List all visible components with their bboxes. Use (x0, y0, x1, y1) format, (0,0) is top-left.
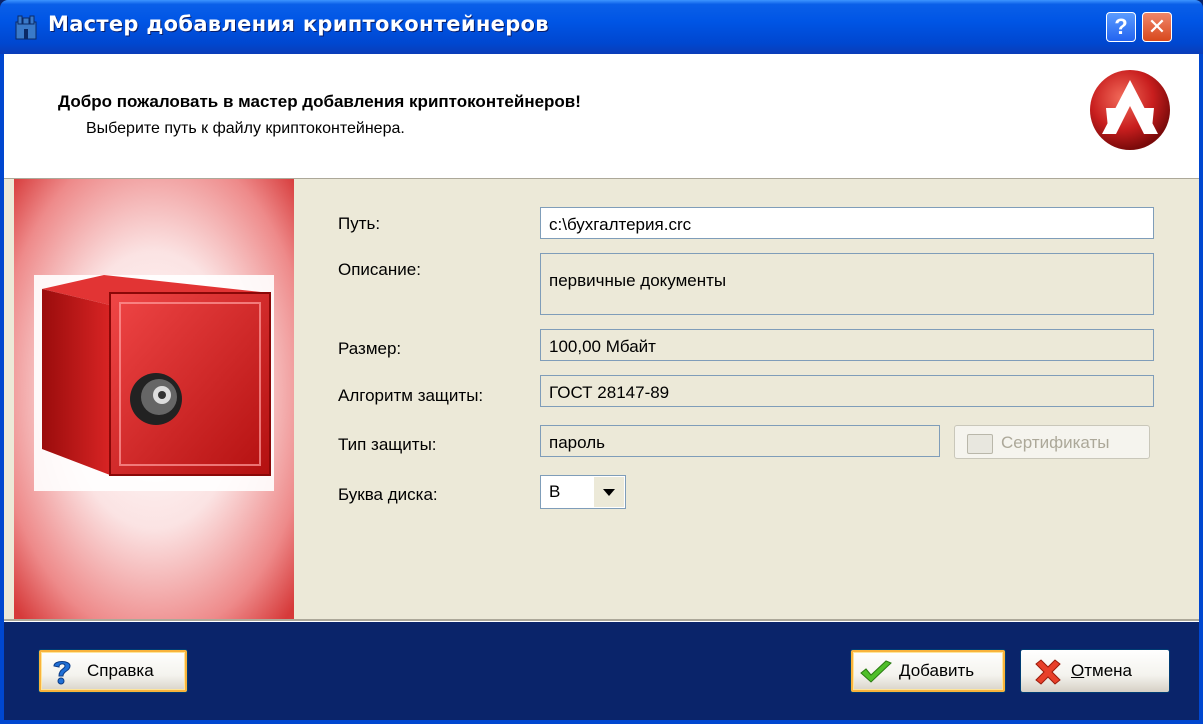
size-label: Размер: (338, 339, 402, 358)
drive-letter-value: B (549, 482, 561, 501)
certificate-icon (967, 434, 993, 454)
title-help-button[interactable]: ? (1106, 12, 1136, 42)
algorithm-label: Алгоритм защиты: (338, 386, 484, 405)
title-close-button[interactable]: ✕ (1142, 12, 1172, 42)
wizard-window: Мастер добавления криптоконтейнеров ? ✕ … (0, 0, 1203, 724)
path-label: Путь: (338, 214, 381, 233)
drive-letter-label: Буква диска: (338, 485, 438, 504)
cancel-button-label: Отмена (1071, 661, 1133, 680)
close-icon (1035, 659, 1061, 685)
chevron-down-icon[interactable] (593, 477, 624, 507)
size-field: 100,00 Мбайт (540, 329, 1154, 361)
add-button-label: Добавить (899, 661, 975, 680)
certificates-button-label: Сертификаты (1001, 433, 1110, 452)
safe-illustration (14, 179, 294, 619)
help-button-label: Справка (87, 661, 154, 680)
add-button[interactable]: Добавить (850, 649, 1006, 693)
window-title: Мастер добавления криптоконтейнеров (48, 12, 549, 36)
header-subtitle: Выберите путь к файлу криптоконтейнера. (86, 120, 405, 137)
title-bar[interactable]: Мастер добавления криптоконтейнеров ? ✕ (0, 0, 1203, 54)
drive-letter-select[interactable]: B (540, 475, 626, 509)
question-icon (53, 661, 71, 685)
algorithm-field: ГОСТ 28147-89 (540, 375, 1154, 407)
wizard-header: Добро пожаловать в мастер добавления кри… (4, 54, 1199, 179)
checkmark-icon (860, 660, 892, 683)
description-field[interactable]: первичные документы (540, 253, 1154, 315)
footer-separator (4, 619, 1199, 622)
frame-bottom (0, 720, 1203, 724)
wizard-body: Путь: c:\бухгалтерия.crc Описание: перви… (4, 179, 1199, 619)
description-label: Описание: (338, 260, 421, 279)
brand-logo-icon (1090, 70, 1170, 150)
path-input[interactable]: c:\бухгалтерия.crc (540, 207, 1154, 239)
help-button[interactable]: Справка (38, 649, 188, 693)
header-title: Добро пожаловать в мастер добавления кри… (58, 92, 581, 111)
app-icon (15, 15, 37, 40)
cancel-button[interactable]: Отмена (1020, 649, 1170, 693)
protection-type-field: пароль (540, 425, 940, 457)
certificates-button[interactable]: Сертификаты (954, 425, 1150, 459)
frame-right (1199, 54, 1203, 724)
protection-type-label: Тип защиты: (338, 435, 437, 454)
